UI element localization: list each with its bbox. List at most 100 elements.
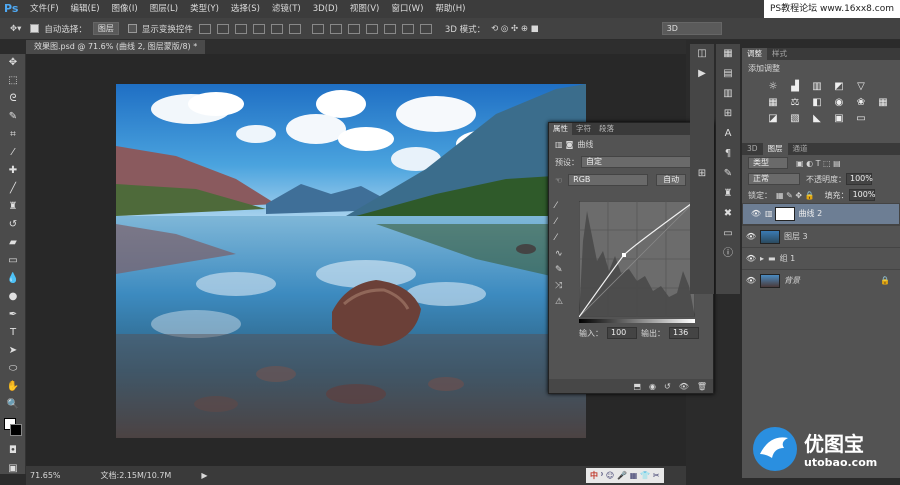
doc-size[interactable]: 文档:2.15M/10.7M bbox=[101, 470, 172, 481]
align-bottom-icon[interactable] bbox=[234, 23, 247, 34]
move-tool-icon[interactable]: ✥▾ bbox=[10, 24, 21, 34]
history-brush-tool-icon[interactable]: ↺ bbox=[0, 216, 26, 234]
fill-field[interactable]: 100% bbox=[848, 189, 875, 201]
layer-row[interactable]: 👁 背景 🔒 bbox=[742, 269, 900, 291]
paragraph-icon[interactable]: ¶ bbox=[716, 144, 740, 164]
curves-adj-icon[interactable]: ▥ bbox=[810, 81, 824, 93]
align-vcenter-icon[interactable] bbox=[216, 23, 229, 34]
opacity-field[interactable]: 100% bbox=[846, 173, 873, 185]
clip-to-layer-icon[interactable]: ⬒ bbox=[633, 382, 641, 391]
adjust-icon[interactable]: ▥ bbox=[716, 84, 740, 104]
distribute-left-icon[interactable] bbox=[365, 23, 378, 34]
auto-align-icon[interactable] bbox=[419, 23, 432, 34]
preset-dropdown[interactable]: 自定 bbox=[581, 156, 696, 168]
menu-file[interactable]: 文件(F) bbox=[24, 0, 65, 18]
document-tab[interactable]: 效果图.psd @ 71.6% (曲线 2, 图层蒙版/8) * bbox=[26, 40, 206, 54]
tab-properties[interactable]: 属性 bbox=[549, 123, 572, 135]
menu-type[interactable]: 类型(Y) bbox=[184, 0, 225, 18]
ime-toolbar[interactable]: 中 ⁾ ☺ 🎤 ▦ 👕 ✂ bbox=[586, 468, 664, 483]
pencil-icon[interactable]: ✎ bbox=[555, 265, 569, 281]
status-arrow-icon[interactable]: ▶ bbox=[201, 471, 207, 480]
3d-rotate-icon[interactable]: ⟲ ◎ ✣ ⊕ ■ bbox=[491, 24, 539, 34]
info-icon[interactable]: ⊞ bbox=[690, 164, 714, 184]
tool-presets-icon[interactable]: ✖ bbox=[716, 204, 740, 224]
color-swatch-icon[interactable] bbox=[0, 414, 26, 442]
view-previous-icon[interactable]: ◉ bbox=[649, 382, 656, 391]
smooth-icon[interactable]: ⤨ bbox=[555, 281, 569, 297]
quick-mask-icon[interactable]: ◘ bbox=[0, 442, 26, 460]
crop-tool-icon[interactable]: ⌗ bbox=[0, 126, 26, 144]
distribute-bottom-icon[interactable] bbox=[347, 23, 360, 34]
auto-select-checkbox[interactable] bbox=[30, 24, 40, 33]
auto-select-dropdown[interactable]: 图层 bbox=[92, 22, 119, 35]
properties-dock-icon[interactable]: ⊞ bbox=[716, 104, 740, 124]
path-select-tool-icon[interactable]: ➤ bbox=[0, 342, 26, 360]
channel-mixer-icon[interactable]: ❀ bbox=[854, 97, 868, 109]
lasso-tool-icon[interactable]: ᘓ bbox=[0, 90, 26, 108]
healing-brush-tool-icon[interactable]: ✚ bbox=[0, 162, 26, 180]
layer-row[interactable]: 👁 ▸ ▬ 组 1 bbox=[742, 247, 900, 269]
distribute-hcenter-icon[interactable] bbox=[383, 23, 396, 34]
distribute-right-icon[interactable] bbox=[401, 23, 414, 34]
brightness-icon[interactable]: ☼ bbox=[766, 81, 780, 93]
layer-row[interactable]: 👁 图层 3 bbox=[742, 225, 900, 247]
actions-icon[interactable]: ▶ bbox=[690, 64, 714, 84]
curves-graph[interactable] bbox=[579, 201, 695, 317]
zoom-tool-icon[interactable]: 🔍 bbox=[0, 396, 26, 414]
delete-icon[interactable]: 🗑 bbox=[697, 382, 707, 391]
color-icon[interactable]: ▦ bbox=[716, 44, 740, 64]
landscape-photo[interactable] bbox=[116, 84, 586, 438]
visibility-icon[interactable]: 👁 bbox=[679, 382, 689, 391]
shape-tool-icon[interactable]: ⬭ bbox=[0, 360, 26, 378]
tab-paragraph[interactable]: 段落 bbox=[595, 123, 618, 135]
distribute-top-icon[interactable] bbox=[311, 23, 324, 34]
menu-3d[interactable]: 3D(D) bbox=[307, 0, 344, 18]
menu-edit[interactable]: 编辑(E) bbox=[65, 0, 106, 18]
hue-sat-icon[interactable]: ▦ bbox=[766, 97, 780, 109]
blur-tool-icon[interactable]: 💧 bbox=[0, 270, 26, 288]
filter-kind-dropdown[interactable]: 类型 bbox=[748, 157, 788, 169]
menu-window[interactable]: 窗口(W) bbox=[385, 0, 429, 18]
blend-mode-dropdown[interactable]: 正常 bbox=[748, 173, 800, 185]
layer-mask-thumb[interactable] bbox=[774, 207, 795, 221]
curve-edit-icon[interactable]: ∿ bbox=[555, 249, 569, 265]
hand-tool-icon[interactable]: ✋ bbox=[0, 378, 26, 396]
color-lookup-icon[interactable]: ▦ bbox=[876, 97, 890, 109]
info-panel-icon[interactable]: ⓘ bbox=[716, 244, 740, 264]
menu-help[interactable]: 帮助(H) bbox=[429, 0, 471, 18]
tab-layers[interactable]: 图层 bbox=[762, 143, 788, 155]
marquee-tool-icon[interactable]: ⬚ bbox=[0, 72, 26, 90]
history-icon[interactable]: ◫ bbox=[690, 44, 714, 64]
channel-dropdown[interactable]: RGB bbox=[568, 174, 649, 186]
eye-icon[interactable]: 👁 bbox=[742, 232, 760, 241]
eyedropper-white-icon[interactable]: ⁄ bbox=[555, 233, 569, 249]
gradient-map-icon[interactable]: ▭ bbox=[854, 113, 868, 125]
posterize-icon[interactable]: ▧ bbox=[788, 113, 802, 125]
tab-styles[interactable]: 样式 bbox=[767, 48, 792, 60]
tab-3d[interactable]: 3D bbox=[742, 143, 763, 155]
photo-filter-icon[interactable]: ◉ bbox=[832, 97, 846, 109]
auto-button[interactable]: 自动 bbox=[656, 174, 687, 186]
gradient-tool-icon[interactable]: ▭ bbox=[0, 252, 26, 270]
invert-icon[interactable]: ◪ bbox=[766, 113, 780, 125]
tab-adjustments[interactable]: 调整 bbox=[742, 48, 767, 60]
tab-character[interactable]: 字符 bbox=[572, 123, 595, 135]
levels-icon[interactable]: ▟ bbox=[788, 81, 802, 93]
target-adjust-icon[interactable]: ☜ bbox=[555, 176, 562, 185]
filter-icons[interactable]: ▣ ◐ T ⬚ ▤ bbox=[796, 159, 841, 168]
align-hcenter-icon[interactable] bbox=[270, 23, 283, 34]
align-top-icon[interactable] bbox=[198, 23, 211, 34]
menu-select[interactable]: 选择(S) bbox=[225, 0, 266, 18]
brush-tool-icon[interactable]: ╱ bbox=[0, 180, 26, 198]
pen-tool-icon[interactable]: ✒ bbox=[0, 306, 26, 324]
type-tool-icon[interactable]: T bbox=[0, 324, 26, 342]
show-transform-checkbox[interactable] bbox=[127, 24, 137, 33]
eye-icon[interactable]: 👁 bbox=[747, 209, 765, 219]
eyedropper-tool-icon[interactable]: ⁄ bbox=[0, 144, 26, 162]
threshold-icon[interactable]: ◣ bbox=[810, 113, 824, 125]
eye-icon[interactable]: 👁 bbox=[742, 254, 760, 263]
quick-select-tool-icon[interactable]: ✎ bbox=[0, 108, 26, 126]
mask-icon[interactable]: ◙ bbox=[566, 140, 574, 149]
eyedropper-gray-icon[interactable]: ⁄ bbox=[555, 217, 569, 233]
black-point-slider[interactable] bbox=[579, 319, 695, 323]
